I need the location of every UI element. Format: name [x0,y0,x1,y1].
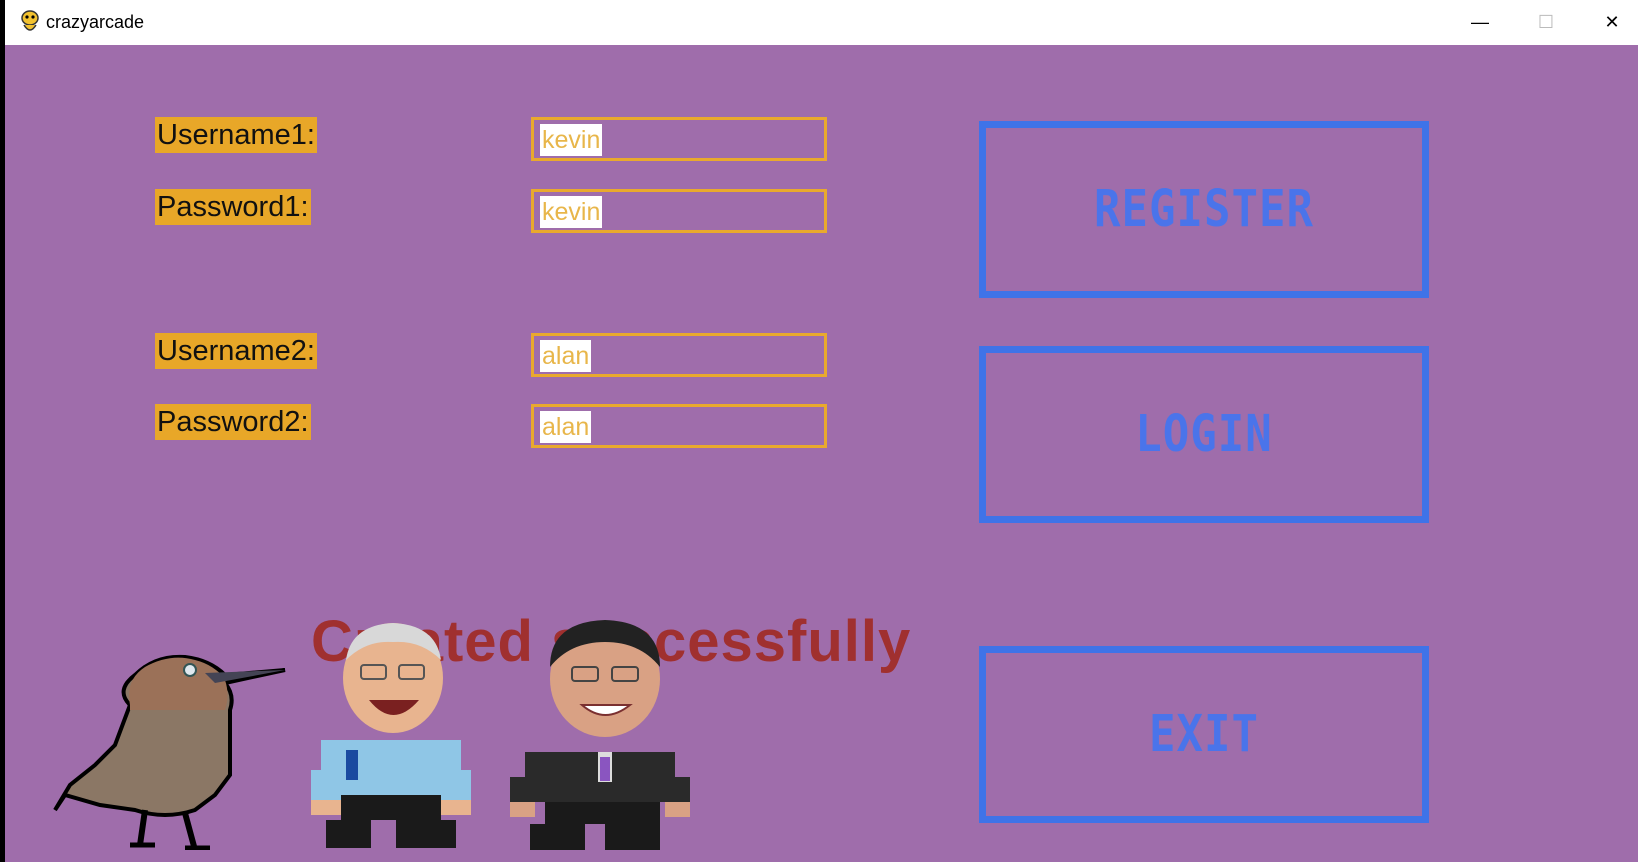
username1-value: kevin [540,124,603,156]
password1-input[interactable]: kevin [531,189,827,233]
game-canvas: Username1: kevin Password1: kevin Userna… [5,45,1638,862]
password2-input[interactable]: alan [531,404,827,448]
minimize-button[interactable]: — [1447,0,1513,45]
exit-button-label: EXIT [1149,705,1259,764]
minimize-icon: — [1471,12,1489,32]
bird-sprite [53,654,286,850]
register-button-label: REGISTER [1094,180,1314,239]
window-title: crazyarcade [46,12,145,32]
username2-value: alan [540,340,592,372]
password2-label: Password2: [155,404,311,440]
password1-value: kevin [540,196,603,228]
pygame-snake-icon [19,9,41,35]
title-bar: crazyarcade — ☐ ✕ [5,0,1638,45]
password1-label: Password1: [155,189,311,225]
close-icon: ✕ [1604,12,1620,32]
player2-character-sprite [510,620,690,850]
username1-input[interactable]: kevin [531,117,827,161]
exit-button[interactable]: EXIT [979,646,1429,823]
maximize-button[interactable]: ☐ [1513,0,1579,45]
app-window: crazyarcade — ☐ ✕ Username1: kevin Passw… [5,0,1638,862]
username2-label: Username2: [155,333,317,369]
username1-label: Username1: [155,117,317,153]
login-button[interactable]: LOGIN [979,346,1429,523]
login-button-label: LOGIN [1135,405,1273,464]
register-button[interactable]: REGISTER [979,121,1429,298]
maximize-icon: ☐ [1537,12,1555,32]
username2-input[interactable]: alan [531,333,827,377]
player1-character-sprite [311,623,471,848]
password2-value: alan [540,411,592,443]
close-button[interactable]: ✕ [1579,0,1638,45]
